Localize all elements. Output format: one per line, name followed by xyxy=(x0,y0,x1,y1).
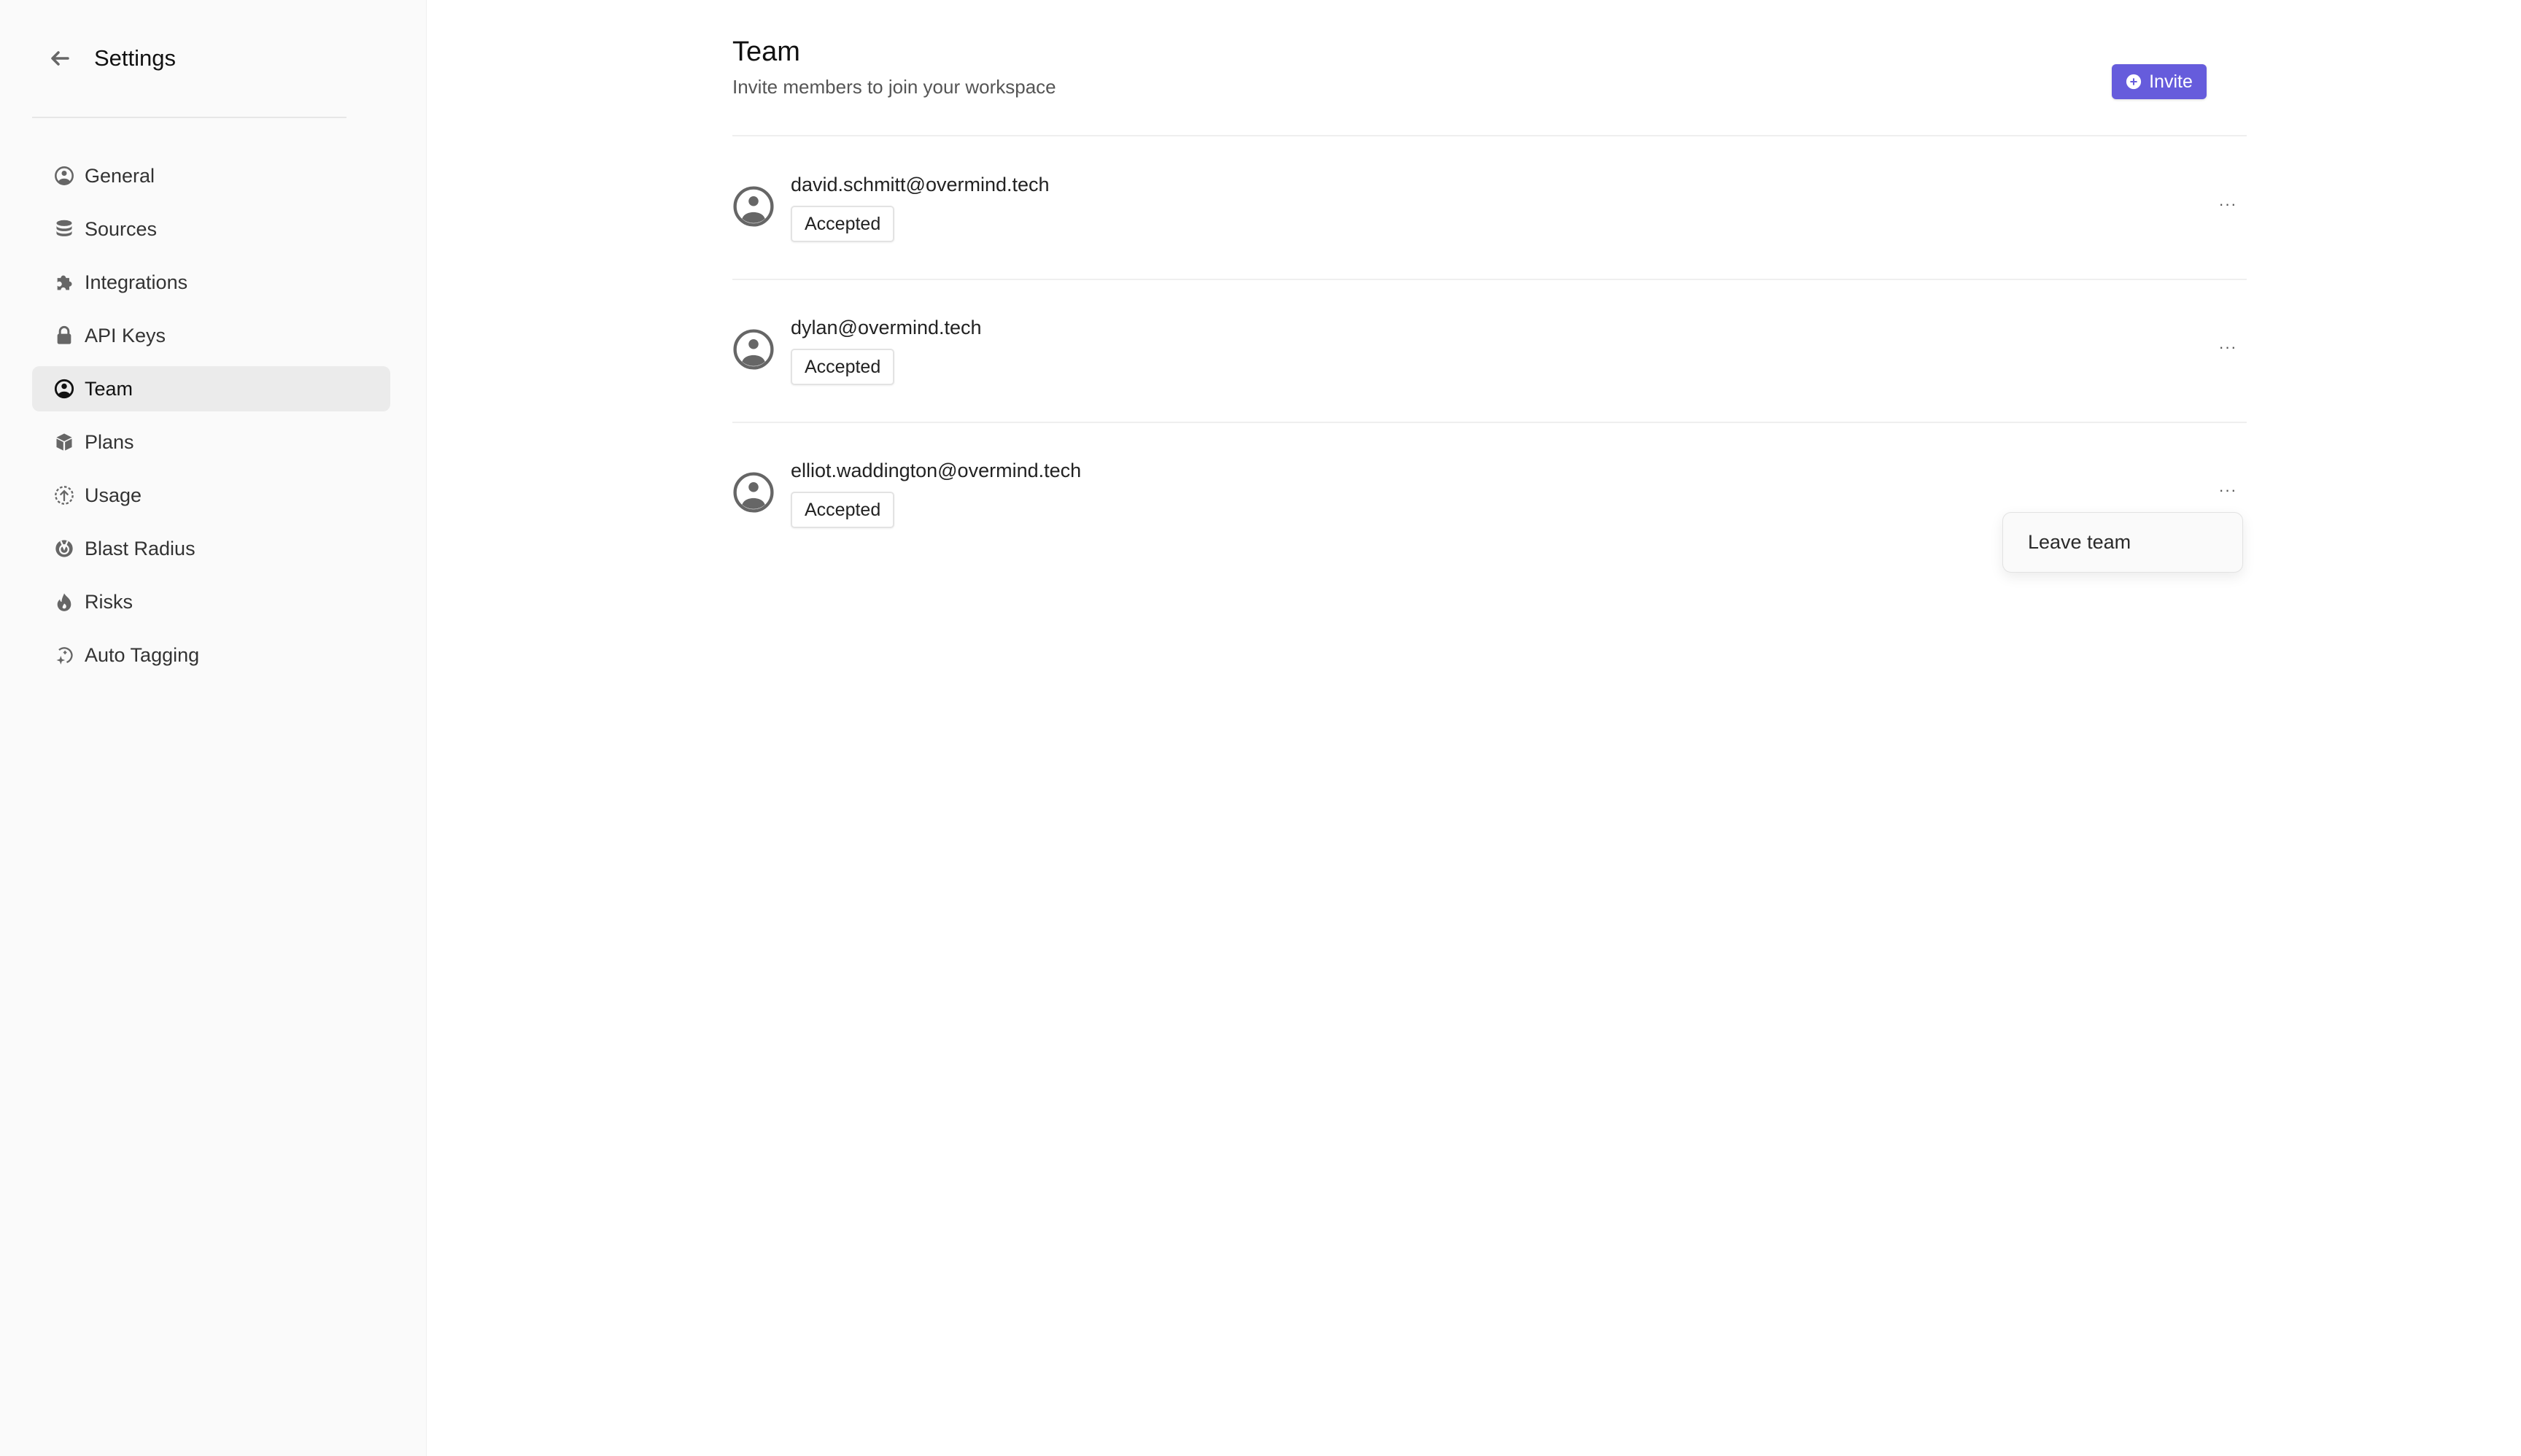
sidebar-item-label: API Keys xyxy=(85,324,166,346)
lock-icon xyxy=(54,325,74,346)
sidebar-item-label: Auto Tagging xyxy=(85,643,200,666)
database-icon xyxy=(54,219,74,239)
sidebar-item-integrations[interactable]: Integrations xyxy=(32,260,390,305)
settings-nav: General Sources Integrations API Keys Te… xyxy=(32,153,390,686)
invite-button-label: Invite xyxy=(2149,71,2193,92)
more-options-button[interactable]: ··· xyxy=(2213,190,2242,219)
page-title: Team xyxy=(732,36,800,67)
more-options-button[interactable]: ··· xyxy=(2213,333,2242,362)
page-subtitle: Invite members to join your workspace xyxy=(732,76,1056,98)
sidebar-item-general[interactable]: General xyxy=(32,153,390,198)
sidebar-title: Settings xyxy=(94,45,177,71)
member-email: elliot.waddington@overmind.tech xyxy=(791,460,1082,481)
sidebar-item-label: Risks xyxy=(85,590,133,613)
sidebar-item-api-keys[interactable]: API Keys xyxy=(32,313,390,358)
sidebar-item-label: Sources xyxy=(85,217,158,240)
avatar-icon xyxy=(733,329,774,370)
header-divider xyxy=(732,135,2247,136)
status-badge: Accepted xyxy=(791,492,895,528)
sidebar-header: Settings xyxy=(0,38,426,79)
cube-icon xyxy=(54,432,74,452)
sidebar-item-label: Plans xyxy=(85,430,134,453)
arrow-left-icon xyxy=(51,51,69,66)
sidebar-item-risks[interactable]: Risks xyxy=(32,579,390,624)
status-badge: Accepted xyxy=(791,349,895,385)
user-circle-icon xyxy=(54,379,74,399)
sidebar-item-usage[interactable]: Usage xyxy=(32,473,390,518)
sidebar-item-label: General xyxy=(85,164,155,187)
more-options-button[interactable]: ··· xyxy=(2213,476,2242,505)
flame-icon xyxy=(54,592,74,612)
sidebar-divider xyxy=(32,117,346,118)
sidebar-item-blast-radius[interactable]: Blast Radius xyxy=(32,526,390,571)
row-divider xyxy=(732,422,2247,423)
leave-team-menu-item[interactable]: Leave team xyxy=(2006,516,2239,569)
sidebar-item-label: Integrations xyxy=(85,271,188,293)
member-email: david.schmitt@overmind.tech xyxy=(791,174,1050,195)
avatar-icon xyxy=(733,472,774,513)
sidebar-item-team[interactable]: Team xyxy=(32,366,390,411)
invite-button[interactable]: Invite xyxy=(2112,64,2207,99)
arrow-up-circle-dashed-icon xyxy=(54,485,74,506)
sidebar-item-plans[interactable]: Plans xyxy=(32,419,390,465)
sidebar-item-label: Usage xyxy=(85,484,142,506)
sidebar-item-sources[interactable]: Sources xyxy=(32,206,390,252)
avatar-icon xyxy=(733,186,774,227)
sparkle-refresh-icon xyxy=(54,645,74,665)
row-divider xyxy=(732,279,2247,280)
sidebar-item-auto-tagging[interactable]: Auto Tagging xyxy=(32,632,390,678)
sidebar-item-label: Team xyxy=(85,377,133,400)
sidebar-item-label: Blast Radius xyxy=(85,537,195,559)
back-button[interactable] xyxy=(45,42,74,74)
user-circle-icon xyxy=(54,166,74,186)
member-row: david.schmitt@overmind.tech Accepted ··· xyxy=(732,146,2247,289)
puzzle-icon xyxy=(54,272,74,293)
member-email: dylan@overmind.tech xyxy=(791,317,982,338)
plus-circle-icon xyxy=(2126,74,2142,90)
status-badge: Accepted xyxy=(791,206,895,242)
member-row: dylan@overmind.tech Accepted ··· xyxy=(732,289,2247,432)
radar-icon xyxy=(54,538,74,559)
settings-sidebar: Settings General Sources Integrations AP… xyxy=(0,0,427,1456)
member-options-menu: Leave team xyxy=(2002,512,2243,573)
